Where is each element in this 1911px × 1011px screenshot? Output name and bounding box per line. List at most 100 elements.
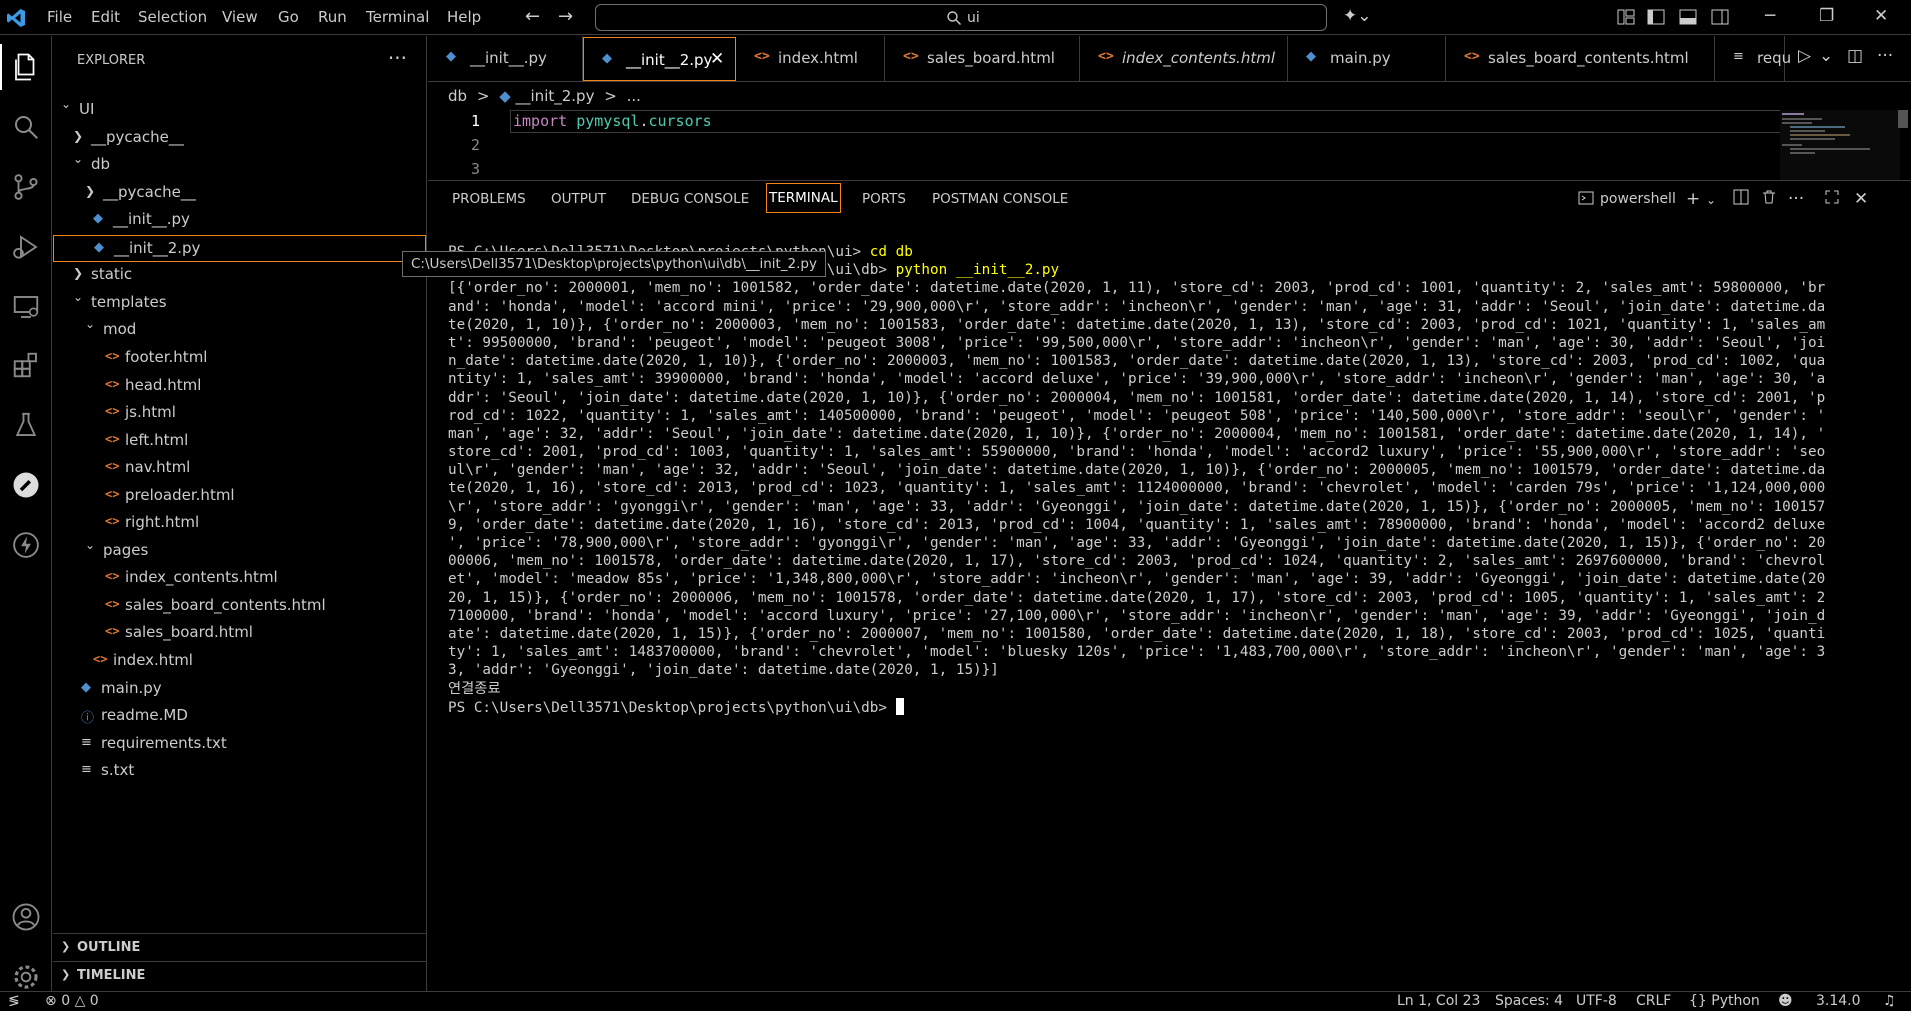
- menu-edit[interactable]: Edit: [91, 8, 120, 26]
- editor-tab[interactable]: ◆ __init__2.py ✕: [583, 37, 736, 81]
- tree-file[interactable]: ◆ __init__.py: [53, 207, 426, 234]
- tree-file[interactable]: <> sales_board_contents.html: [53, 593, 426, 620]
- tree-file[interactable]: <> index.html: [53, 648, 426, 675]
- menu-terminal[interactable]: Terminal: [366, 8, 429, 26]
- tree-file[interactable]: <> index_contents.html: [53, 565, 426, 592]
- breadcrumb-file[interactable]: __init_2.py: [516, 87, 595, 105]
- problems-status[interactable]: ⊗ 0 △ 0: [45, 993, 99, 1009]
- close-tab-icon[interactable]: ✕: [710, 49, 724, 69]
- tree-folder[interactable]: ❯ static: [53, 262, 426, 289]
- tree-file[interactable]: <> sales_board.html: [53, 620, 426, 647]
- cursor-position[interactable]: Ln 1, Col 23: [1397, 993, 1480, 1009]
- tree-file[interactable]: <> left.html: [53, 428, 426, 455]
- terminal-output[interactable]: PS C:\Users\Dell3571\Desktop\projects\py…: [448, 243, 1903, 1003]
- chevron-down-icon[interactable]: ⌄: [1819, 46, 1833, 66]
- run-debug-icon[interactable]: [7, 228, 45, 266]
- toggle-panel-icon[interactable]: [1679, 9, 1697, 25]
- customize-layout-icon[interactable]: [1617, 9, 1635, 25]
- copilot-icon[interactable]: ✦⌄: [1343, 6, 1372, 26]
- language-mode[interactable]: {} Python: [1689, 993, 1760, 1009]
- indentation-status[interactable]: Spaces: 4: [1495, 993, 1563, 1009]
- editor-tab[interactable]: <> sales_board.html: [885, 36, 1080, 82]
- editor-tab[interactable]: <> index.html: [736, 36, 885, 82]
- editor-tab[interactable]: ◆ __init__.py: [428, 36, 583, 82]
- remote-explorer-icon[interactable]: [7, 288, 45, 326]
- chevron-down-icon[interactable]: ⌄: [1706, 193, 1716, 207]
- files-icon[interactable]: [7, 48, 45, 86]
- maximize-panel-icon[interactable]: [1824, 189, 1840, 210]
- menu-selection[interactable]: Selection: [138, 8, 207, 26]
- tree-folder[interactable]: ⌄ UI: [53, 97, 426, 124]
- editor-tab[interactable]: ◆ main.py: [1288, 36, 1446, 82]
- tab-postman-console[interactable]: POSTMAN CONSOLE: [932, 191, 1068, 207]
- new-terminal-icon[interactable]: +: [1686, 189, 1700, 209]
- breadcrumb-folder[interactable]: db: [448, 87, 467, 105]
- toggle-secondary-sidebar-icon[interactable]: [1711, 9, 1729, 25]
- thunder-client-icon[interactable]: [7, 526, 45, 564]
- tree-folder[interactable]: ❯ __pycache__: [53, 180, 426, 207]
- tab-terminal[interactable]: TERMINAL: [766, 183, 841, 213]
- source-control-icon[interactable]: [7, 168, 45, 206]
- tree-file[interactable]: <> js.html: [53, 400, 426, 427]
- more-actions-icon[interactable]: ···: [1877, 46, 1893, 66]
- eol-status[interactable]: CRLF: [1636, 993, 1671, 1009]
- menu-go[interactable]: Go: [278, 8, 299, 26]
- terminal-shell-label[interactable]: powershell: [1600, 191, 1676, 207]
- timeline-section[interactable]: ❯ TIMELINE: [53, 961, 426, 989]
- account-icon[interactable]: [7, 898, 45, 936]
- postman-icon[interactable]: [7, 466, 45, 504]
- editor-tab[interactable]: <> sales_board_contents.html: [1446, 36, 1715, 82]
- tree-folder[interactable]: ❯ __pycache__: [53, 125, 426, 152]
- split-editor-icon[interactable]: ◫: [1847, 46, 1863, 66]
- menu-help[interactable]: Help: [447, 8, 481, 26]
- toggle-primary-sidebar-icon[interactable]: [1647, 9, 1665, 25]
- trash-icon[interactable]: [1761, 189, 1777, 210]
- minimize-icon[interactable]: ─: [1765, 6, 1775, 26]
- tree-folder[interactable]: ⌄ pages: [53, 538, 426, 565]
- run-python-icon[interactable]: ▷: [1798, 46, 1811, 66]
- tree-file[interactable]: <> head.html: [53, 373, 426, 400]
- tree-folder[interactable]: ⌄ templates: [53, 290, 426, 317]
- tree-file[interactable]: <> right.html: [53, 510, 426, 537]
- tab-problems[interactable]: PROBLEMS: [452, 191, 526, 207]
- more-actions-icon[interactable]: ···: [1788, 189, 1804, 209]
- menu-file[interactable]: File: [47, 8, 72, 26]
- menu-run[interactable]: Run: [318, 8, 347, 26]
- close-window-icon[interactable]: ✕: [1874, 6, 1888, 26]
- tree-file[interactable]: ◆ main.py: [53, 676, 426, 703]
- editor-tab[interactable]: ≡ requ: [1715, 36, 1791, 82]
- remote-indicator-icon[interactable]: ≶: [8, 993, 20, 1009]
- python-version[interactable]: 3.14.0: [1816, 993, 1861, 1009]
- tree-file[interactable]: ⓘ readme.MD: [53, 703, 426, 730]
- search-icon[interactable]: [7, 108, 45, 146]
- tree-file[interactable]: ◆ __init__2.py: [53, 234, 426, 262]
- tree-folder[interactable]: ⌄ db: [53, 152, 426, 179]
- notifications-icon[interactable]: ♫: [1883, 993, 1896, 1009]
- tree-file[interactable]: <> footer.html: [53, 345, 426, 372]
- breadcrumb-symbols[interactable]: ...: [627, 87, 641, 105]
- code-editor[interactable]: 1 2 3 import pymysql.cursors: [428, 110, 1911, 180]
- editor-scrollbar[interactable]: [1898, 110, 1908, 128]
- extensions-icon[interactable]: [7, 346, 45, 384]
- split-terminal-icon[interactable]: [1733, 189, 1749, 210]
- editor-tab[interactable]: <> index_contents.html: [1080, 36, 1288, 82]
- restore-icon[interactable]: ❐: [1819, 6, 1834, 26]
- forward-arrow-icon[interactable]: →: [558, 6, 573, 27]
- back-arrow-icon[interactable]: ←: [525, 6, 540, 27]
- tree-file[interactable]: ≡ requirements.txt: [53, 731, 426, 758]
- copilot-status-icon[interactable]: ☻: [1778, 993, 1793, 1009]
- encoding-status[interactable]: UTF-8: [1576, 993, 1617, 1009]
- tab-ports[interactable]: PORTS: [862, 191, 906, 207]
- tree-file[interactable]: <> nav.html: [53, 455, 426, 482]
- menu-view[interactable]: View: [222, 8, 258, 26]
- minimap[interactable]: [1780, 110, 1900, 180]
- close-panel-icon[interactable]: ✕: [1854, 189, 1868, 209]
- tab-output[interactable]: OUTPUT: [551, 191, 606, 207]
- testing-icon[interactable]: [7, 406, 45, 444]
- tree-file[interactable]: <> preloader.html: [53, 483, 426, 510]
- command-center-search[interactable]: ui: [595, 4, 1327, 31]
- tree-folder[interactable]: ⌄ mod: [53, 317, 426, 344]
- tree-file[interactable]: ≡ s.txt: [53, 758, 426, 785]
- tab-debug-console[interactable]: DEBUG CONSOLE: [631, 191, 749, 207]
- outline-section[interactable]: ❯ OUTLINE: [53, 933, 426, 961]
